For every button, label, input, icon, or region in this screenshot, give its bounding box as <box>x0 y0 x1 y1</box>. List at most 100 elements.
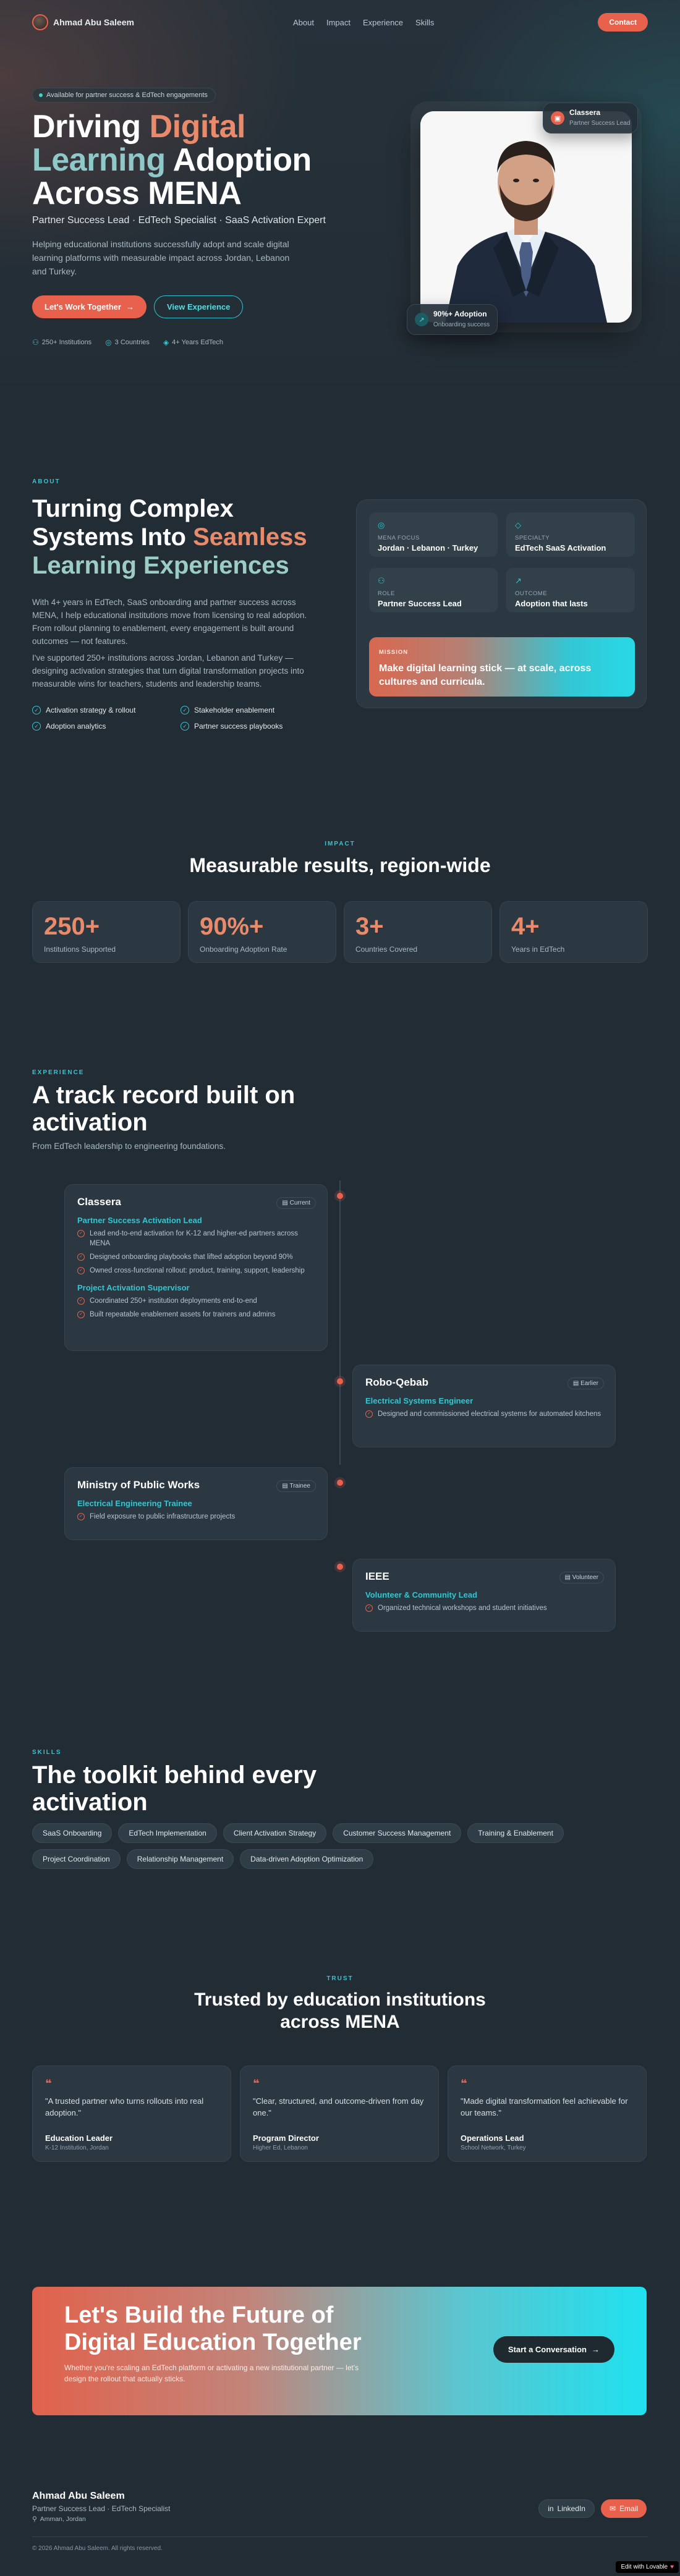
users-icon: ⚇ <box>32 338 39 347</box>
hero-subtitle: Partner Success Lead · EdTech Specialist… <box>32 215 326 226</box>
status-dot-icon <box>39 93 43 97</box>
experience-bullet: ✓ Built repeatable enablement assets for … <box>77 1310 315 1320</box>
view-experience-button[interactable]: View Experience <box>153 295 244 318</box>
about-checklist: ✓ Activation strategy & rollout ✓ Stakehol… <box>32 706 329 731</box>
check-icon: ✓ <box>77 1253 85 1261</box>
badge-subtitle: Onboarding success <box>433 321 490 328</box>
avatar <box>32 14 48 30</box>
check-icon: ✓ <box>181 722 189 731</box>
arrow-right-icon: → <box>592 2345 600 2354</box>
bullet-text: Designed onboarding playbooks that lifte… <box>90 1253 293 1261</box>
testimonial-author: Program Director <box>253 2133 319 2143</box>
about-title-highlight: Learning <box>32 552 137 579</box>
skill-chip: SaaS Onboarding <box>32 1823 113 1843</box>
testimonial-quote: "Clear, structured, and outcome-driven f… <box>253 2096 424 2117</box>
experience-bullet: ✓ Designed onboarding playbooks that lift… <box>77 1252 315 1262</box>
adoption-badge: ↗ 90%+ Adoption Onboarding success <box>407 304 498 335</box>
cta-text: Whether you're scaling an EdTech platfor… <box>64 2363 359 2383</box>
testimonial-card: ❝ "A trusted partner who turns rollouts … <box>32 2065 231 2162</box>
experience-bullet: ✓ Owned cross-functional rollout: product… <box>77 1266 315 1276</box>
tag-label: Trainee <box>289 1483 310 1489</box>
badge-title: Classera <box>569 108 601 117</box>
linkedin-button[interactable]: in LinkedIn <box>538 2499 595 2518</box>
experience-title: A track record built on activation <box>32 1082 295 1136</box>
hero-description: Helping educational institutions success… <box>32 239 290 276</box>
checklist-label: Activation strategy & rollout <box>46 706 136 714</box>
cell-value: Jordan · Lebanon · Turkey <box>378 543 478 553</box>
badge-title: 90%+ Adoption <box>433 310 487 318</box>
testimonial-author: Education Leader <box>45 2133 113 2143</box>
experience-bullet: ✓ Organized technical workshops and stude… <box>365 1603 603 1613</box>
globe-icon: ◎ <box>105 338 112 347</box>
experience-tag: ▤ Current <box>276 1197 316 1209</box>
bullet-text: Coordinated 250+ institution deployments… <box>90 1297 257 1305</box>
role-title: Volunteer & Community Lead <box>365 1590 478 1599</box>
briefcase-icon: ▣ <box>551 111 564 125</box>
about-eyebrow: ABOUT <box>32 478 61 485</box>
classera-badge: ▣ Classera Partner Success Lead <box>543 103 639 133</box>
nav-link-about[interactable]: About <box>293 18 314 27</box>
stat-card: 4+ Years in EdTech <box>499 901 648 963</box>
testimonial-quote: "A trusted partner who turns rollouts in… <box>45 2096 204 2117</box>
contact-button[interactable]: Contact <box>598 13 648 32</box>
skills-eyebrow: SKILLS <box>32 1749 62 1756</box>
experience-card-ministry: Ministry of Public Works ▤ Trainee Elect… <box>64 1467 328 1540</box>
trust-title: Trusted by education institutions across… <box>0 1989 680 2033</box>
footer-role: Partner Success Lead · EdTech Specialist <box>32 2504 171 2513</box>
role-title: Partner Success Activation Lead <box>77 1216 202 1225</box>
checklist-item: ✓ Adoption analytics <box>32 722 181 731</box>
trust-eyebrow: TRUST <box>326 1975 354 1982</box>
linkedin-icon: in <box>548 2504 554 2513</box>
trend-up-icon: ↗ <box>415 313 428 326</box>
button-label: LinkedIn <box>557 2504 585 2513</box>
cell-label: ROLE <box>378 590 395 597</box>
hero-stat: ◎ 3 Countries <box>105 338 150 347</box>
portrait-illustration <box>420 111 632 323</box>
lets-work-together-button[interactable]: Let's Work Together → <box>32 295 147 318</box>
mission-label: MISSION <box>379 649 409 656</box>
cell-label: MENA FOCUS <box>378 535 420 541</box>
stat-value: 250+ <box>44 913 100 940</box>
arrow-right-icon: → <box>125 302 134 311</box>
experience-bullet: ✓ Designed and commissioned electrical sy… <box>365 1409 603 1419</box>
summary-cell-role: ⚇ ROLE Partner Success Lead <box>369 568 498 612</box>
cta-title: Let's Build the Future of Digital Educat… <box>64 2302 362 2355</box>
heart-icon: ♥ <box>670 2564 674 2570</box>
experience-bullet: ✓ Coordinated 250+ institution deployment… <box>77 1296 315 1306</box>
experience-subtitle: From EdTech leadership to engineering fo… <box>32 1142 226 1151</box>
brand[interactable]: Ahmad Abu Saleem <box>32 14 134 30</box>
button-label: Email <box>619 2504 638 2513</box>
bullet-text: Designed and commissioned electrical sys… <box>378 1410 601 1418</box>
checklist-label: Partner success playbooks <box>194 722 283 731</box>
nav-link-skills[interactable]: Skills <box>415 18 434 27</box>
skill-chip: Client Activation Strategy <box>223 1823 327 1843</box>
skill-chip: Project Coordination <box>32 1849 121 1869</box>
bullet-text: Built repeatable enablement assets for t… <box>90 1311 276 1318</box>
tag-label: Volunteer <box>572 1574 598 1581</box>
impact-eyebrow: IMPACT <box>325 841 355 847</box>
about-paragraph-2: I've supported 250+ institutions across … <box>32 653 304 688</box>
nav-link-impact[interactable]: Impact <box>326 18 351 27</box>
hero-stats: ⚇ 250+ Institutions ◎ 3 Countries ◈ 4+ Year… <box>32 338 223 347</box>
users-icon: ⚇ <box>378 576 385 585</box>
hero-title-part: Driving <box>32 109 150 145</box>
email-button[interactable]: ✉ Email <box>600 2499 647 2518</box>
experience-bullet: ✓ Field exposure to public infrastructure… <box>77 1512 315 1522</box>
edit-with-lovable-badge[interactable]: Edit with Lovable ♥ <box>616 2561 679 2573</box>
nav-link-experience[interactable]: Experience <box>363 18 403 27</box>
timeline-dot <box>337 1564 343 1570</box>
testimonial-card: ❝ "Made digital transformation feel achi… <box>448 2065 647 2162</box>
bullet-text: Organized technical workshops and studen… <box>378 1604 547 1612</box>
experience-bullet: ✓ Lead end-to-end activation for K-12 and… <box>77 1229 315 1248</box>
testimonial-org: K-12 Institution, Jordan <box>45 2145 109 2151</box>
hero-stat-label: 4+ Years EdTech <box>172 339 224 346</box>
stat-card: 90%+ Onboarding Adoption Rate <box>188 901 336 963</box>
hero-title-highlight: Learning <box>32 142 166 178</box>
top-nav: Ahmad Abu Saleem About Impact Experience… <box>32 12 648 32</box>
role-title: Electrical Systems Engineer <box>365 1396 474 1405</box>
button-label: Start a Conversation <box>508 2345 587 2354</box>
check-icon: ✓ <box>77 1311 85 1318</box>
hero-stat-label: 3 Countries <box>114 339 150 346</box>
testimonial-org: Higher Ed, Lebanon <box>253 2145 308 2151</box>
start-conversation-button[interactable]: Start a Conversation → <box>493 2336 614 2363</box>
